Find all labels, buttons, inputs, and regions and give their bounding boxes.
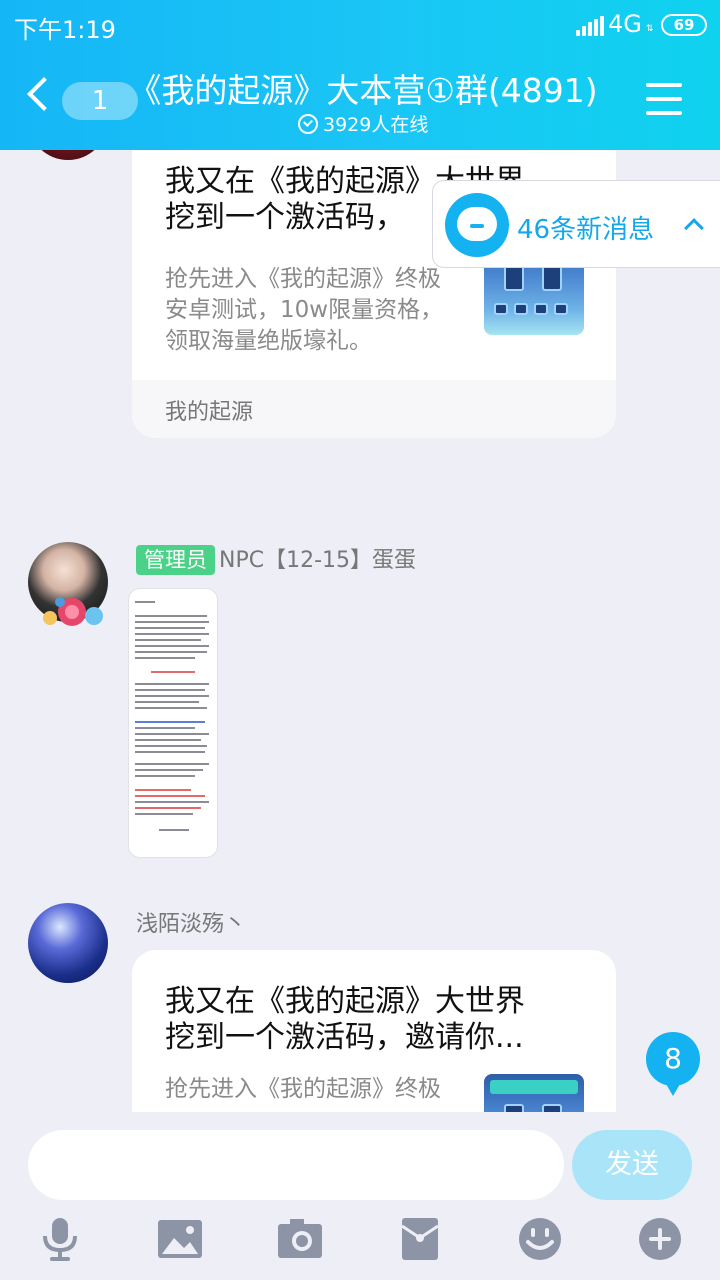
status-bar: 下午1:19 4G ⇅ 69 [0, 0, 720, 50]
share-card-description: 抢先进入《我的起源》终极 [165, 1074, 465, 1105]
message-sender[interactable]: 浅陌淡殇丶 [136, 906, 246, 938]
emoji-icon[interactable] [516, 1216, 564, 1262]
data-arrows-icon: ⇅ [646, 24, 654, 34]
share-card-desc-line: 安卓测试，10w限量资格， [165, 297, 444, 323]
share-card-desc-line: 领取海量绝版壕礼。 [165, 328, 372, 354]
plus-icon[interactable] [636, 1216, 684, 1262]
back-chevron-icon [27, 77, 61, 111]
network-type: 4G [608, 10, 642, 38]
message-sender[interactable]: 管理员 NPC【12-15】蛋蛋 [136, 542, 416, 575]
share-card-footer: 我的起源 [132, 380, 616, 438]
chevron-up-icon [684, 218, 704, 238]
share-card-title-line: 我又在《我的起源》大世界 [165, 984, 525, 1019]
share-card-desc-line: 抢先进入《我的起源》终极 [165, 266, 441, 292]
back-button[interactable]: 1 [27, 77, 138, 124]
share-card[interactable]: 我又在《我的起源》大世界 挖到一个激活码，邀请你... 抢先进入《我的起源》终极 [132, 950, 616, 1112]
composer-toolbar [0, 1216, 720, 1266]
status-time: 下午1:19 [14, 16, 116, 44]
message-image[interactable] [128, 588, 218, 858]
chat-message-list[interactable]: 我又在《我的起源》大世界 挖到一个激活码， 抢先进入《我的起源》终极 安卓测试，… [0, 150, 720, 1112]
share-card-thumbnail [484, 1074, 584, 1112]
online-count[interactable]: 3929人在线 [298, 110, 428, 137]
share-card-desc-line: 抢先进入《我的起源》终极 [165, 1076, 441, 1102]
admin-role-badge: 管理员 [136, 545, 215, 575]
new-messages-pill[interactable]: 46条新消息 [432, 180, 720, 268]
online-check-icon [298, 113, 318, 134]
share-card-title-line: 挖到一个激活码，邀请你... [165, 1020, 524, 1055]
back-unread-badge: 1 [62, 82, 138, 120]
signal-icon [576, 16, 604, 36]
chat-header: 下午1:19 4G ⇅ 69 1 《我的起源》大本营①群(4891) 3929人… [0, 0, 720, 150]
image-icon[interactable] [156, 1216, 204, 1262]
avatar-frame-flower-icon [43, 597, 103, 626]
composer: 发送 [0, 1112, 720, 1280]
camera-icon[interactable] [276, 1216, 324, 1262]
share-card-source: 我的起源 [165, 400, 254, 425]
send-button[interactable]: 发送 [572, 1130, 692, 1200]
menu-button[interactable] [646, 83, 682, 115]
chat-bubble-icon [445, 193, 509, 257]
red-packet-icon[interactable] [396, 1216, 444, 1262]
unread-count-bubble[interactable]: 8 [646, 1032, 700, 1096]
sender-name: 浅陌淡殇丶 [136, 912, 247, 937]
microphone-icon[interactable] [36, 1216, 84, 1262]
battery-icon: 69 [661, 14, 707, 36]
group-title[interactable]: 《我的起源》大本营①群(4891) [128, 64, 598, 112]
online-count-label: 3929人在线 [323, 114, 429, 136]
share-card-title: 我又在《我的起源》大世界 挖到一个激活码，邀请你... [165, 984, 575, 1056]
sender-name: NPC【12-15】蛋蛋 [219, 548, 417, 573]
share-card-description: 抢先进入《我的起源》终极 安卓测试，10w限量资格， 领取海量绝版壕礼。 [165, 264, 465, 357]
avatar[interactable] [28, 150, 108, 160]
new-messages-label: 46条新消息 [517, 215, 655, 245]
message-input[interactable] [28, 1130, 564, 1200]
avatar[interactable] [28, 903, 108, 983]
